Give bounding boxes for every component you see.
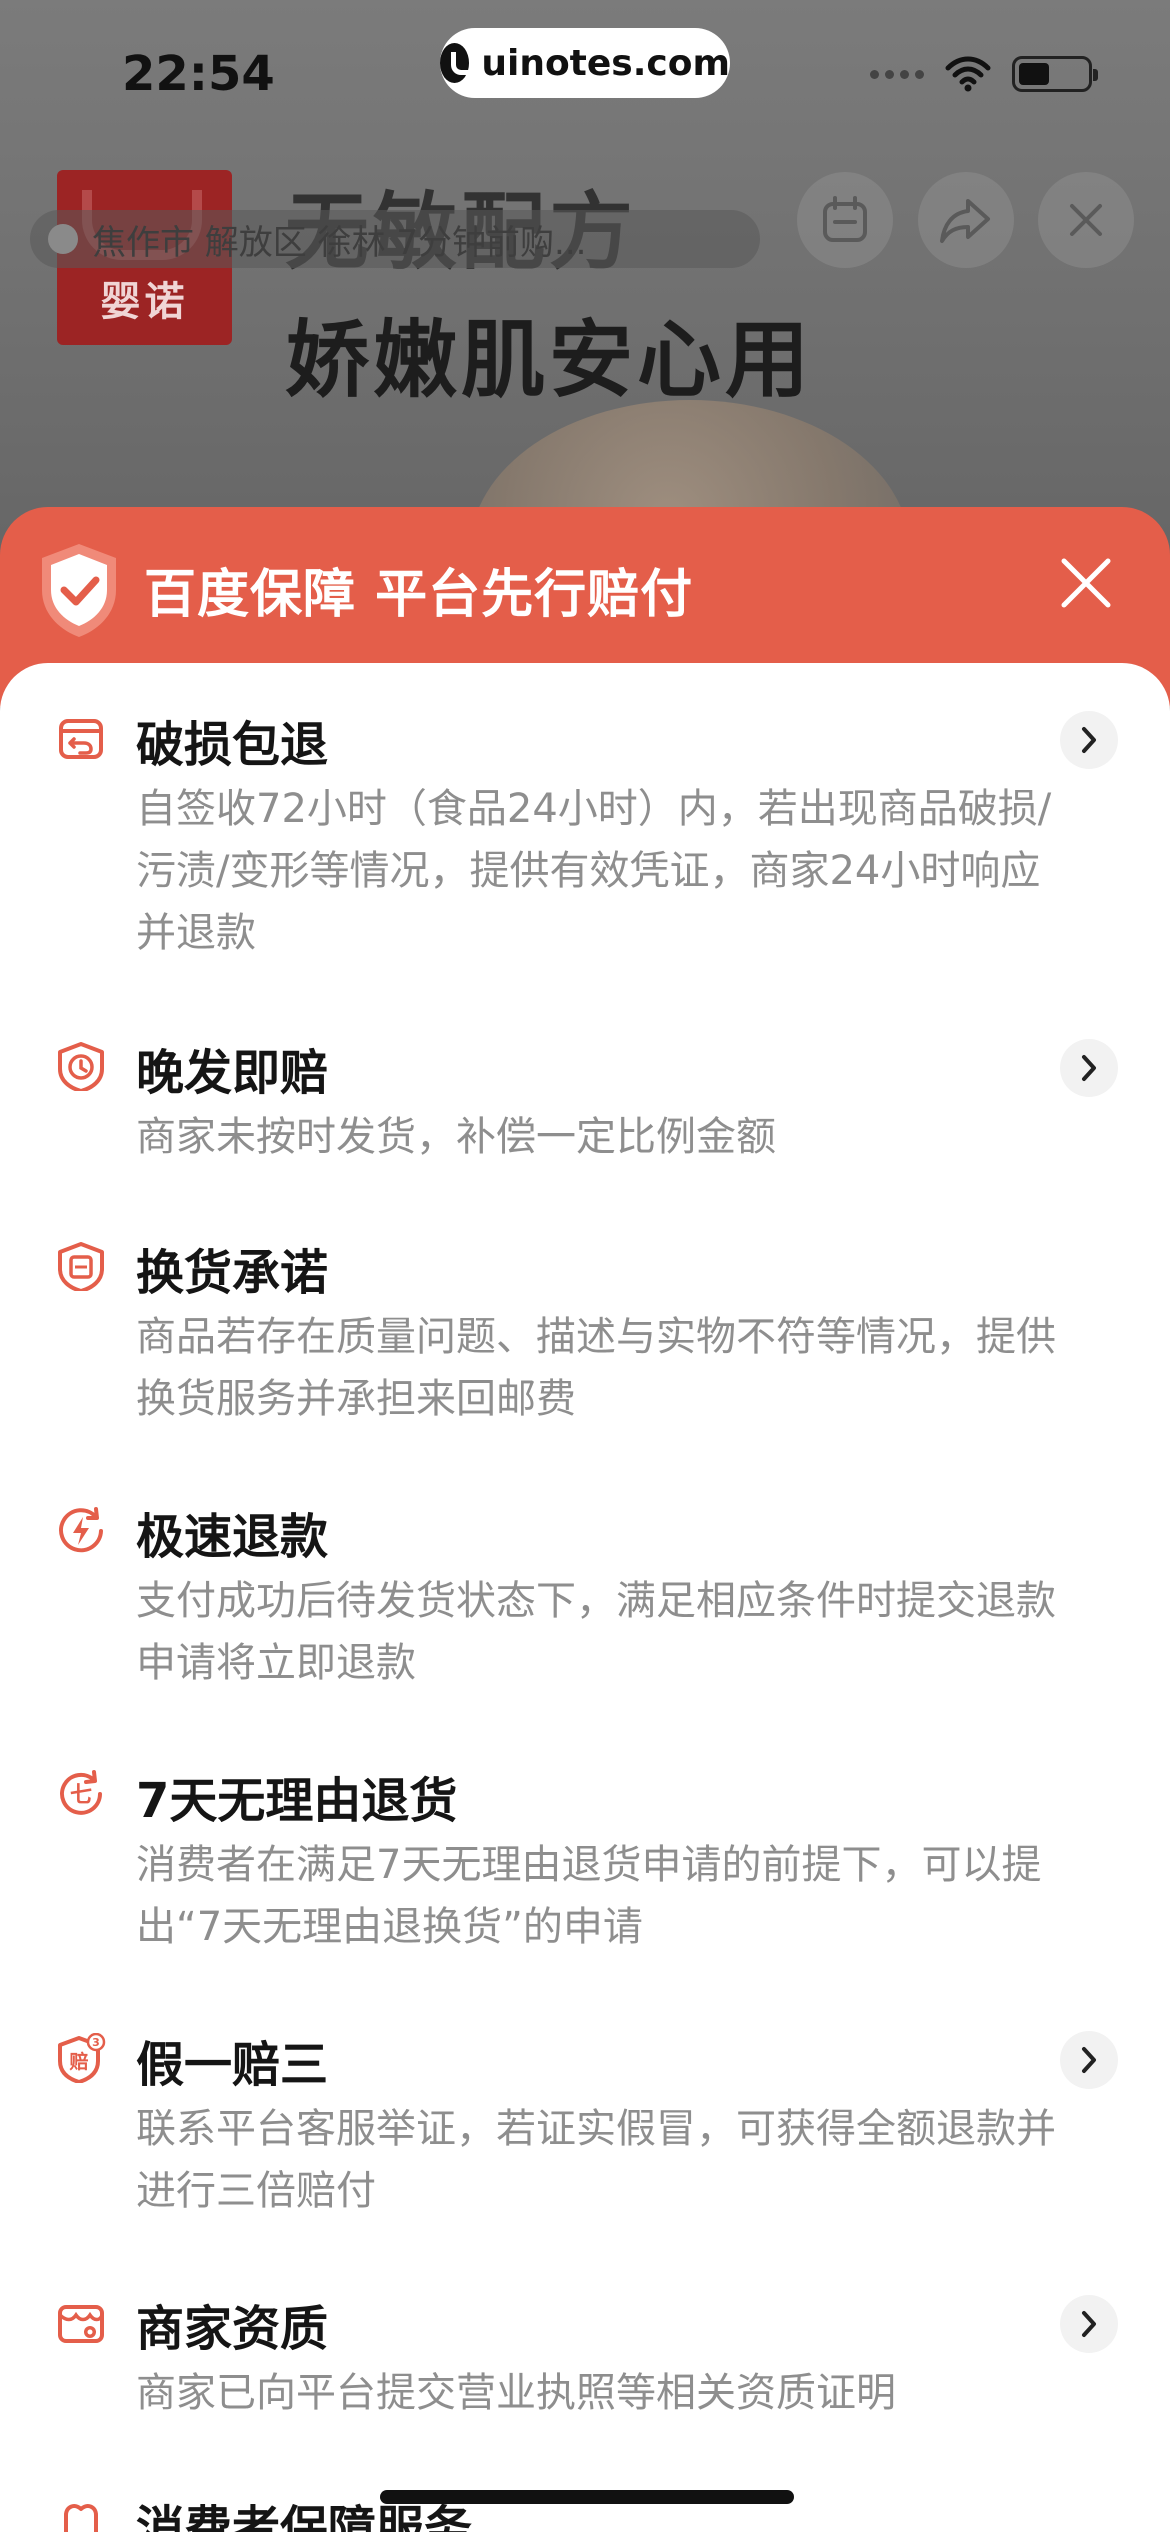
recent-purchase-text: 焦作市 解放区 徐林 7分钟前购... bbox=[92, 222, 587, 263]
return-box-icon bbox=[59, 719, 103, 759]
sheet-title: 百度保障 平台先行赔付 bbox=[144, 565, 694, 625]
shield-check-icon bbox=[42, 544, 116, 637]
chevron-right-icon[interactable] bbox=[1060, 2295, 1118, 2353]
chevron-right-icon[interactable] bbox=[1060, 1039, 1118, 1097]
wifi-icon bbox=[945, 56, 991, 92]
guarantee-title: 商家资质 bbox=[136, 2301, 329, 2357]
seven-day-return-icon: 七 bbox=[60, 1770, 102, 1815]
calendar-button[interactable] bbox=[797, 172, 893, 268]
guarantee-list: 破损包退 自签收72小时（食品24小时）内，若出现商品破损/污渍/变形等情况，提… bbox=[0, 663, 1170, 2532]
signal-icon bbox=[870, 69, 924, 79]
status-indicators bbox=[870, 56, 1098, 92]
guarantee-desc: 商家未按时发货，补偿一定比例金额 bbox=[136, 1114, 776, 1160]
chevron-right-icon[interactable] bbox=[1060, 711, 1118, 769]
shield-compensate-icon: 赔 3 bbox=[58, 2033, 106, 2083]
guarantee-desc: 商家已向平台提交营业执照等相关资质证明 bbox=[136, 2370, 896, 2416]
store-license-icon bbox=[58, 2305, 104, 2343]
watermark-text: uinotes.com bbox=[481, 42, 730, 84]
guarantee-desc: 支付成功后待发货状态下，满足相应条件时提交退款申请将立即退款 bbox=[136, 1578, 1056, 1686]
shield-exchange-icon bbox=[58, 1242, 104, 1291]
seven-day-icon-glyph: 七 bbox=[70, 1783, 92, 1808]
product-headline-line2: 娇嫩肌安心用 bbox=[285, 311, 814, 409]
close-page-button[interactable] bbox=[1038, 172, 1134, 268]
guarantee-title: 极速退款 bbox=[136, 1509, 329, 1565]
compensate-icon-glyph: 赔 bbox=[69, 2050, 88, 2073]
share-icon bbox=[940, 199, 990, 243]
battery-icon bbox=[1012, 56, 1098, 92]
sheet-close-button[interactable] bbox=[1056, 553, 1116, 613]
recent-purchase-ticker[interactable]: 焦作市 解放区 徐林 7分钟前购... bbox=[30, 210, 760, 268]
calendar-icon bbox=[823, 196, 867, 242]
guarantee-title: 晚发即赔 bbox=[136, 1045, 329, 1101]
guarantee-desc: 商品若存在质量问题、描述与实物不符等情况，提供换货服务并承担来回邮费 bbox=[136, 1314, 1056, 1422]
guarantee-title: 7天无理由退货 bbox=[136, 1773, 458, 1829]
share-button[interactable] bbox=[918, 172, 1014, 268]
watermark-badge: uinotes.com bbox=[440, 28, 730, 98]
guarantee-desc: 联系平台客服举证，若证实假冒，可获得全额退款并进行三倍赔付 bbox=[136, 2106, 1056, 2214]
consumer-protection-icon bbox=[64, 2504, 98, 2532]
compensate-icon-badge: 3 bbox=[92, 2036, 100, 2049]
close-icon bbox=[1070, 204, 1102, 236]
guarantee-desc: 消费者在满足7天无理由退货申请的前提下，可以提出“7天无理由退换货”的申请 bbox=[136, 1842, 1042, 1950]
status-time: 22:54 bbox=[122, 46, 275, 102]
guarantee-desc: 自签收72小时（食品24小时）内，若出现商品破损/污渍/变形等情况，提供有效凭证… bbox=[136, 786, 1052, 956]
guarantee-title: 假一赔三 bbox=[136, 2037, 329, 2093]
chevron-right-icon[interactable] bbox=[1060, 2031, 1118, 2089]
watermark-logo-icon bbox=[440, 43, 480, 83]
avatar-icon bbox=[48, 224, 78, 254]
guarantee-title: 换货承诺 bbox=[136, 1245, 329, 1301]
home-indicator[interactable] bbox=[380, 2490, 794, 2504]
guarantee-title: 破损包退 bbox=[136, 717, 329, 773]
shield-clock-icon bbox=[58, 1042, 104, 1091]
lightning-refund-icon bbox=[59, 1507, 103, 1553]
app-screen: 无敏配方 娇嫩肌安心用 婴诺 焦作市 解放区 徐林 7分钟前购... 22:54… bbox=[0, 0, 1170, 2532]
brand-logo-text: 婴诺 bbox=[100, 279, 189, 325]
